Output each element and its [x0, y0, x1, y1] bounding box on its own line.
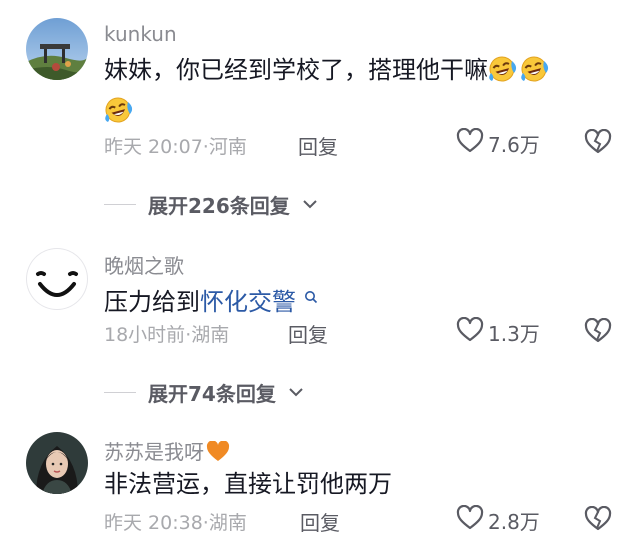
like-button[interactable]: 7.6万 — [456, 127, 540, 158]
reply-button[interactable]: 回复 — [288, 319, 328, 348]
username[interactable]: 晚烟之歌 — [104, 250, 184, 279]
like-count: 2.8万 — [488, 509, 540, 534]
avatar[interactable] — [26, 432, 88, 494]
username[interactable]: 苏苏是我呀 — [104, 436, 230, 468]
broken-heart-icon[interactable] — [584, 128, 612, 159]
location: 湖南 — [191, 324, 230, 346]
chevron-down-icon — [288, 383, 304, 402]
comment-meta: 18小时前·湖南 — [104, 320, 229, 347]
chevron-down-icon — [302, 195, 318, 214]
location: 湖南 — [208, 512, 247, 534]
timestamp: 18小时前 — [104, 324, 186, 346]
broken-heart-icon[interactable] — [584, 317, 612, 348]
orange-heart-icon — [206, 440, 230, 468]
like-count: 1.3万 — [488, 321, 540, 346]
heart-icon — [456, 316, 484, 347]
like-button[interactable]: 2.8万 — [456, 504, 540, 535]
face-with-tears-of-joy-icon — [520, 55, 552, 93]
divider-line — [104, 204, 136, 205]
comment-meta: 昨天 20:38·湖南 — [104, 508, 247, 535]
location: 河南 — [208, 136, 247, 158]
face-with-tears-of-joy-icon — [488, 55, 520, 93]
reply-button[interactable]: 回复 — [298, 131, 338, 160]
comment-text: 压力给到怀化交警 — [104, 278, 604, 320]
broken-heart-icon[interactable] — [584, 505, 612, 536]
face-with-tears-of-joy-icon — [104, 96, 136, 134]
timestamp: 昨天 20:07 — [104, 136, 203, 158]
comment-text: 妹妹，你已经到学校了，搭理他干嘛 — [104, 52, 604, 134]
search-link[interactable]: 怀化交警 — [200, 288, 296, 316]
username[interactable]: kunkun — [104, 22, 177, 46]
expand-replies-button[interactable]: 展开226条回复 — [104, 190, 318, 219]
search-icon — [296, 282, 318, 310]
username-text: 苏苏是我呀 — [104, 440, 204, 464]
comment-text-body: 压力给到 — [104, 288, 200, 316]
heart-icon — [456, 504, 484, 535]
divider-line — [104, 392, 136, 393]
comment-text-body: 非法营运，直接让罚他两万 — [104, 470, 392, 498]
like-count: 7.6万 — [488, 132, 540, 157]
reply-button[interactable]: 回复 — [300, 507, 340, 536]
expand-replies-label: 展开226条回复 — [148, 194, 290, 218]
expand-replies-button[interactable]: 展开74条回复 — [104, 378, 304, 407]
comment-meta: 昨天 20:07·河南 — [104, 132, 247, 159]
comment-text: 非法营运，直接让罚他两万 — [104, 466, 604, 502]
avatar[interactable] — [26, 248, 88, 310]
comment-text-body: 妹妹，你已经到学校了，搭理他干嘛 — [104, 56, 488, 84]
timestamp: 昨天 20:38 — [104, 512, 203, 534]
heart-icon — [456, 127, 484, 158]
like-button[interactable]: 1.3万 — [456, 316, 540, 347]
avatar[interactable] — [26, 18, 88, 80]
expand-replies-label: 展开74条回复 — [148, 382, 276, 406]
